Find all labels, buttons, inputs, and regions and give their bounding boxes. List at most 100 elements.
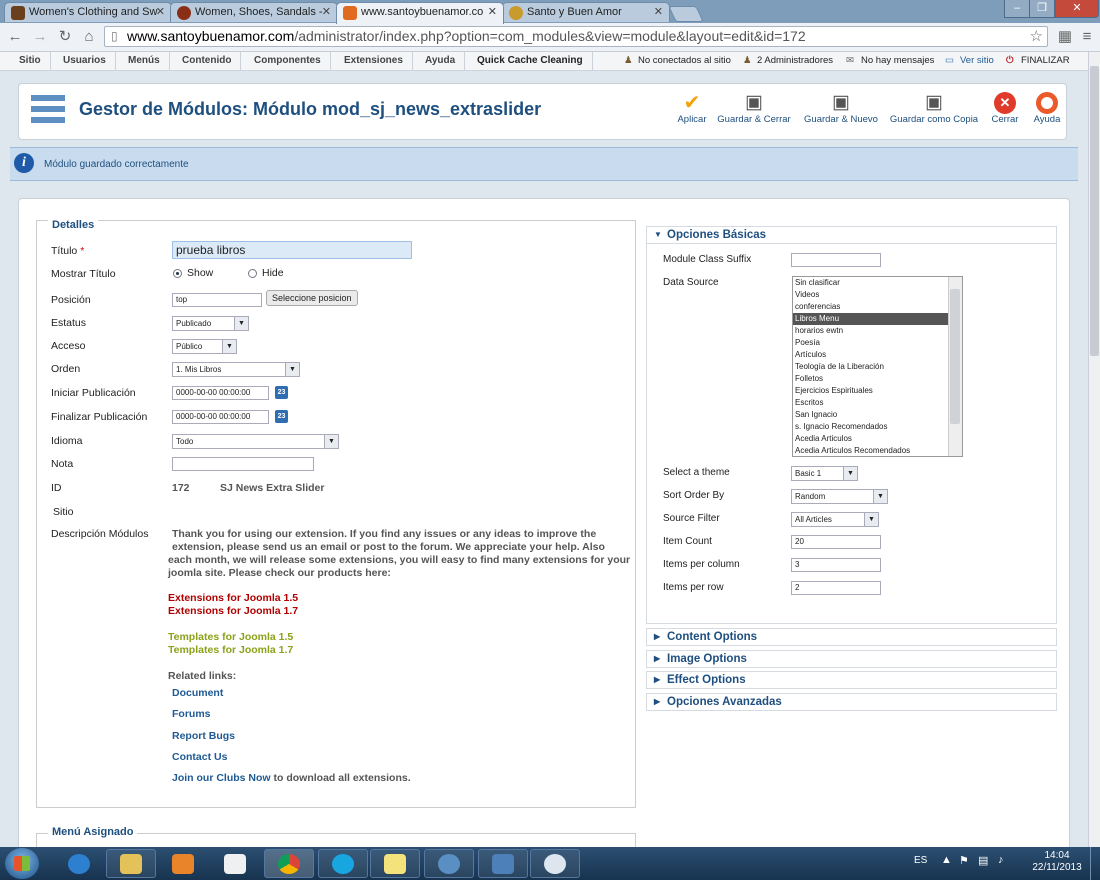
scroll-thumb[interactable] <box>1090 66 1099 356</box>
forums-link[interactable]: Forums <box>172 708 211 720</box>
network-icon[interactable]: ▤ <box>978 854 988 867</box>
minimize-icon[interactable]: – <box>1004 0 1030 18</box>
publish-up-input[interactable]: 0000-00-00 00:00:00 <box>172 386 269 400</box>
theme-select[interactable]: Basic 1 ▼ <box>791 466 858 481</box>
data-source-listbox[interactable]: Sin clasificar Videos conferencias Libro… <box>792 276 963 457</box>
item-count-input[interactable]: 20 <box>791 535 881 549</box>
document-link[interactable]: Document <box>172 687 223 699</box>
data-source-option[interactable]: Escritos <box>793 397 962 409</box>
browser-tab-2[interactable]: Women, Shoes, Sandals - ✕ <box>170 2 338 22</box>
listbox-scrollbar[interactable] <box>948 277 962 456</box>
templates-15-link[interactable]: Templates for Joomla 1.5 <box>168 631 293 644</box>
taskbar-app[interactable] <box>210 849 260 878</box>
templates-17-link[interactable]: Templates for Joomla 1.7 <box>168 644 293 657</box>
status-select[interactable]: Publicado ▼ <box>172 316 249 331</box>
maximize-icon[interactable]: ❐ <box>1029 0 1055 18</box>
clock[interactable]: 14:04 22/11/2013 <box>1028 850 1086 874</box>
items-per-column-input[interactable]: 3 <box>791 558 881 572</box>
data-source-option[interactable]: Acedia Articulos Recomendados <box>793 445 962 456</box>
taskbar-remote[interactable] <box>478 849 528 878</box>
menu-usuarios[interactable]: Usuarios <box>54 52 116 70</box>
volume-icon[interactable]: ♪ <box>998 854 1004 866</box>
taskbar-explorer[interactable] <box>106 849 156 878</box>
data-source-option[interactable]: Poesía <box>793 337 962 349</box>
extension-icon[interactable]: ▦ <box>1056 28 1074 46</box>
data-source-option[interactable]: San Ignacio <box>793 409 962 421</box>
select-position-button[interactable]: Seleccione posicion <box>266 290 358 306</box>
close-tab-icon[interactable]: ✕ <box>488 3 497 22</box>
class-suffix-input[interactable] <box>791 253 881 267</box>
calendar-icon[interactable]: 23 <box>275 410 288 423</box>
publish-down-input[interactable]: 0000-00-00 00:00:00 <box>172 410 269 424</box>
taskbar-mail[interactable] <box>424 849 474 878</box>
menu-quick-cache[interactable]: Quick Cache Cleaning <box>468 52 593 70</box>
filter-select[interactable]: All Articles ▼ <box>791 512 879 527</box>
menu-menus[interactable]: Menús <box>119 52 170 70</box>
close-button[interactable]: ✕ Cerrar <box>986 92 1024 132</box>
window-close-icon[interactable]: ✕ <box>1055 0 1099 18</box>
note-input[interactable] <box>172 457 314 471</box>
address-bar[interactable]: ▯ www.santoybuenamor.com/administrator/i… <box>104 26 1048 47</box>
content-options-header[interactable]: ▶ Content Options <box>646 628 1057 646</box>
close-tab-icon[interactable]: ✕ <box>322 3 331 22</box>
data-source-option[interactable]: Videos <box>793 289 962 301</box>
report-bugs-link[interactable]: Report Bugs <box>172 730 235 742</box>
data-source-option[interactable]: Folletos <box>793 373 962 385</box>
data-source-option[interactable]: Artículos <box>793 349 962 361</box>
data-source-option[interactable]: Ejercicios Espirituales <box>793 385 962 397</box>
position-input[interactable]: top <box>172 293 262 307</box>
show-radio[interactable] <box>173 269 182 278</box>
page-scrollbar[interactable] <box>1088 52 1100 847</box>
logout-link[interactable]: FINALIZAR <box>1021 52 1070 70</box>
hide-radio[interactable] <box>248 269 257 278</box>
show-desktop-button[interactable] <box>1090 847 1100 880</box>
listbox-scroll-thumb[interactable] <box>950 289 960 424</box>
apply-button[interactable]: ✔ Aplicar <box>672 92 712 132</box>
data-source-option[interactable]: s. Ignacio Recomendados <box>793 421 962 433</box>
new-tab-button[interactable] <box>668 6 704 22</box>
menu-icon[interactable]: ≡ <box>1078 28 1096 46</box>
action-center-icon[interactable]: ⚑ <box>959 854 969 867</box>
close-tab-icon[interactable]: ✕ <box>156 3 165 22</box>
save-new-button[interactable]: ▣ Guardar & Nuevo <box>801 92 881 132</box>
basic-options-header[interactable]: ▼ Opciones Básicas <box>646 226 1057 244</box>
browser-tab-4[interactable]: Santo y Buen Amor ✕ <box>502 2 670 22</box>
taskbar-notes[interactable] <box>370 849 420 878</box>
title-input[interactable]: prueba libros <box>172 241 412 259</box>
data-source-option[interactable]: horarios ewtn <box>793 325 962 337</box>
forward-icon[interactable]: → <box>31 28 49 46</box>
taskbar-paint[interactable] <box>530 849 580 878</box>
save-copy-button[interactable]: ▣ Guardar como Copia <box>889 92 979 132</box>
sort-select[interactable]: Random ▼ <box>791 489 888 504</box>
contact-us-link[interactable]: Contact Us <box>172 751 227 763</box>
data-source-option[interactable]: conferencias <box>793 301 962 313</box>
effect-options-header[interactable]: ▶ Effect Options <box>646 671 1057 689</box>
access-select[interactable]: Público ▼ <box>172 339 237 354</box>
data-source-option-selected[interactable]: Libros Menu <box>793 313 962 325</box>
back-icon[interactable]: ← <box>6 28 24 46</box>
menu-extensiones[interactable]: Extensiones <box>335 52 413 70</box>
items-per-row-input[interactable]: 2 <box>791 581 881 595</box>
tray-arrow-icon[interactable]: ▲ <box>941 854 952 866</box>
menu-contenido[interactable]: Contenido <box>173 52 242 70</box>
advanced-options-header[interactable]: ▶ Opciones Avanzadas <box>646 693 1057 711</box>
taskbar-skype[interactable] <box>318 849 368 878</box>
join-clubs-link[interactable]: Join our Clubs Now <box>172 772 271 784</box>
taskbar-ie[interactable] <box>54 849 104 878</box>
save-close-button[interactable]: ▣ Guardar & Cerrar <box>715 92 793 132</box>
help-button[interactable]: Ayuda <box>1029 92 1065 132</box>
data-source-option[interactable]: Teología de la Liberación <box>793 361 962 373</box>
browser-tab-1[interactable]: Women's Clothing and Sw ✕ <box>4 2 172 22</box>
menu-sitio[interactable]: Sitio <box>10 52 51 70</box>
extensions-17-link[interactable]: Extensions for Joomla 1.7 <box>168 605 298 618</box>
menu-ayuda[interactable]: Ayuda <box>416 52 466 70</box>
language-select[interactable]: Todo ▼ <box>172 434 339 449</box>
calendar-icon[interactable]: 23 <box>275 386 288 399</box>
extensions-15-link[interactable]: Extensions for Joomla 1.5 <box>168 592 298 605</box>
view-site-link[interactable]: Ver sitio <box>960 52 994 70</box>
language-indicator[interactable]: ES <box>914 855 927 866</box>
menu-componentes[interactable]: Componentes <box>245 52 331 70</box>
bookmark-star-icon[interactable]: ☆ <box>1030 27 1043 46</box>
taskbar-media[interactable] <box>158 849 208 878</box>
home-icon[interactable]: ⌂ <box>80 28 98 46</box>
